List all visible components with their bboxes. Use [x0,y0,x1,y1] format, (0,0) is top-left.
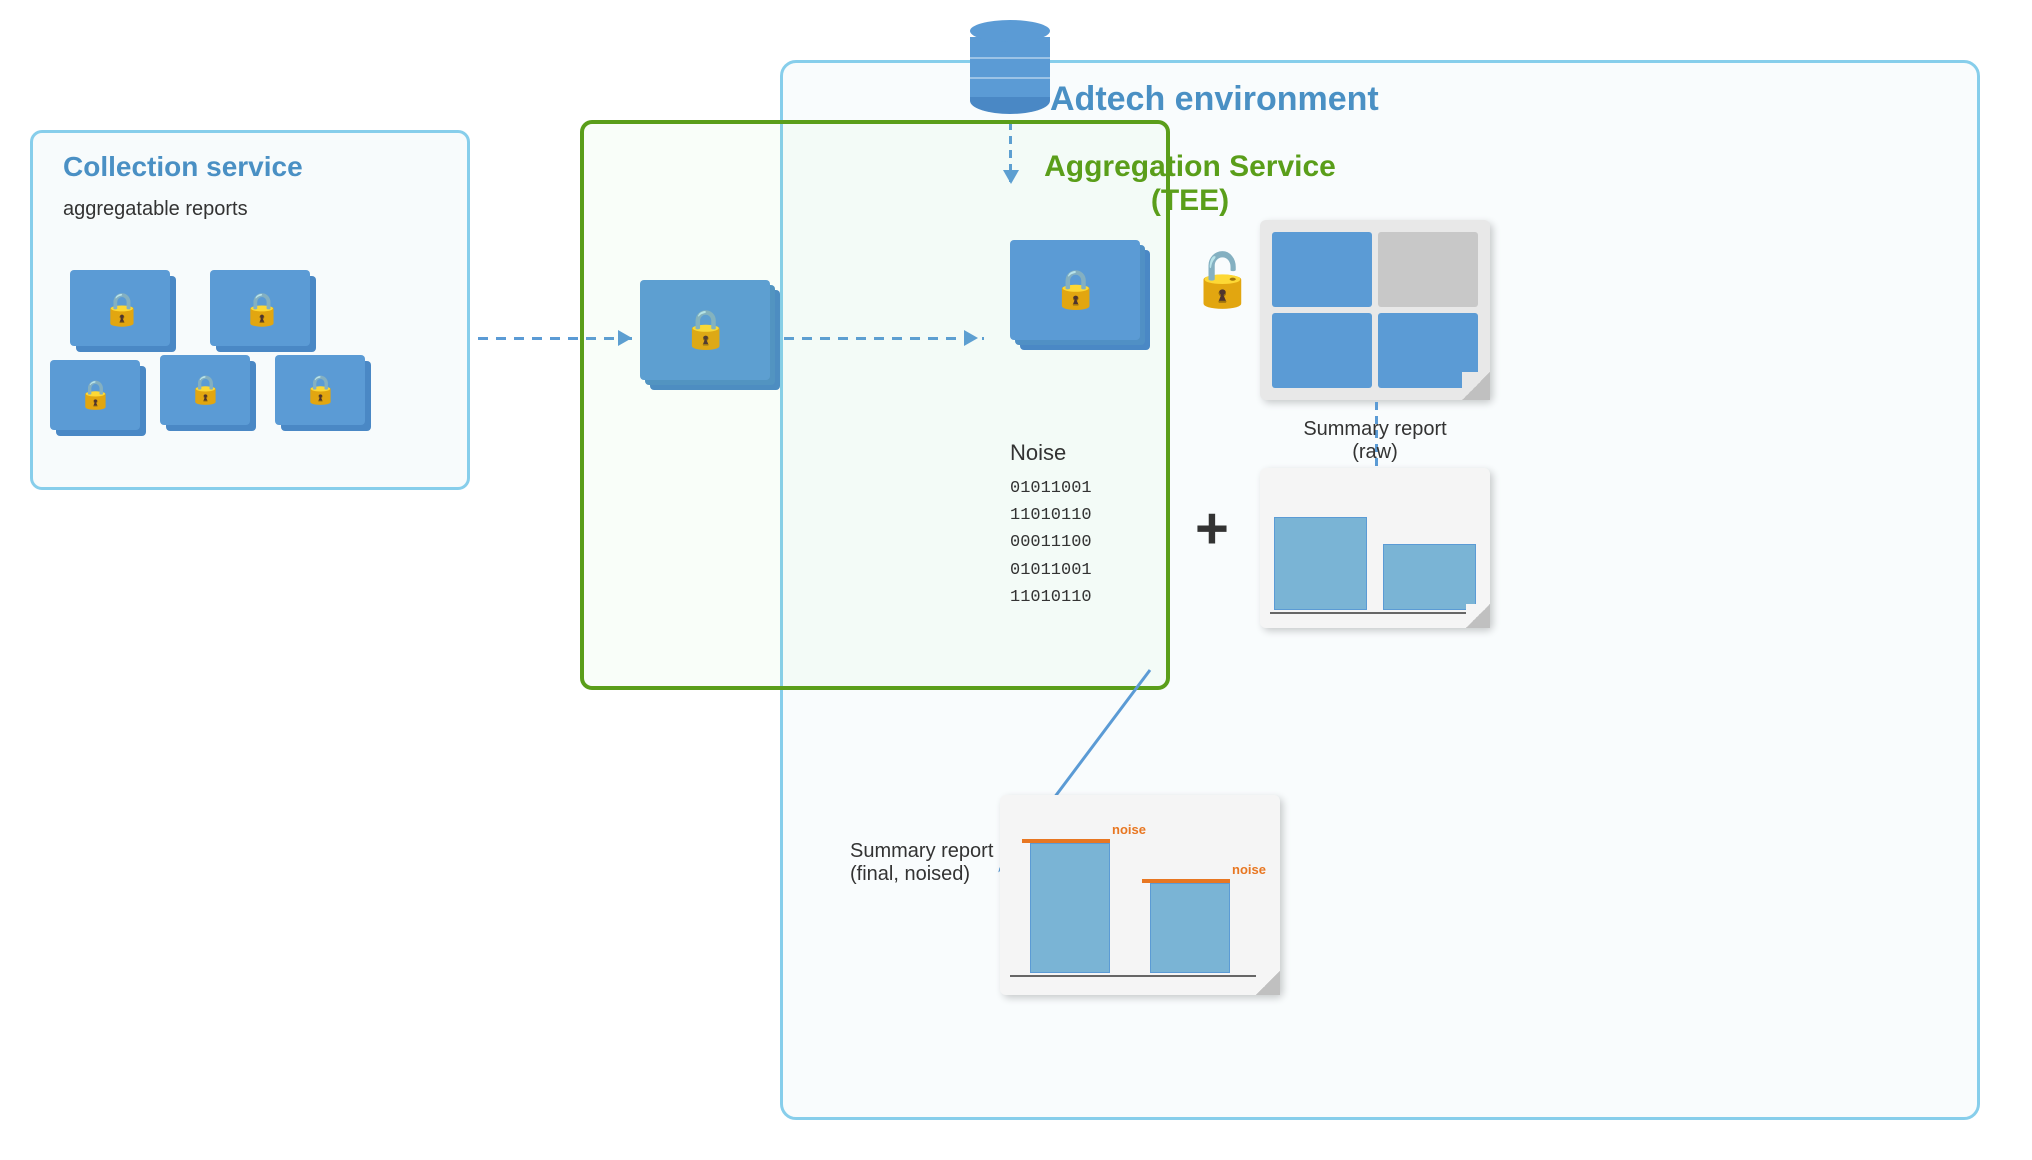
noise-binary: 01011001 11010110 00011100 01011001 1101… [1010,475,1092,611]
database-icon [970,20,1050,114]
noise-bar-1 [1022,839,1110,843]
summary-final-label: Summary report (final, noised) [850,840,993,886]
decoded-doc [1260,220,1490,400]
plus-sign: + [1195,495,1229,562]
final-bar-1 [1030,843,1110,973]
final-bar-2 [1150,883,1230,973]
summary-final-chart: noise noise [1000,795,1280,995]
adtech-title: Adtech environment [1050,80,1379,119]
noise-bar-2 [1142,879,1230,883]
chart-baseline [1010,975,1270,977]
collection-subtitle: aggregatable reports [63,198,248,221]
summary-raw-chart [1260,468,1490,628]
summary-raw-label: Summary report (raw) [1260,418,1490,464]
noise-label: Noise [1010,440,1066,466]
noise-tag-1: noise [1112,822,1146,837]
unlocked-padlock: 🔓 [1190,250,1255,311]
noise-tag-2: noise [1232,862,1266,877]
main-container: Adtech environment Collection service ag… [0,0,2032,1160]
collection-title: Collection service [63,151,303,183]
aggregation-title: Aggregation Service (TEE) [1040,150,1340,218]
